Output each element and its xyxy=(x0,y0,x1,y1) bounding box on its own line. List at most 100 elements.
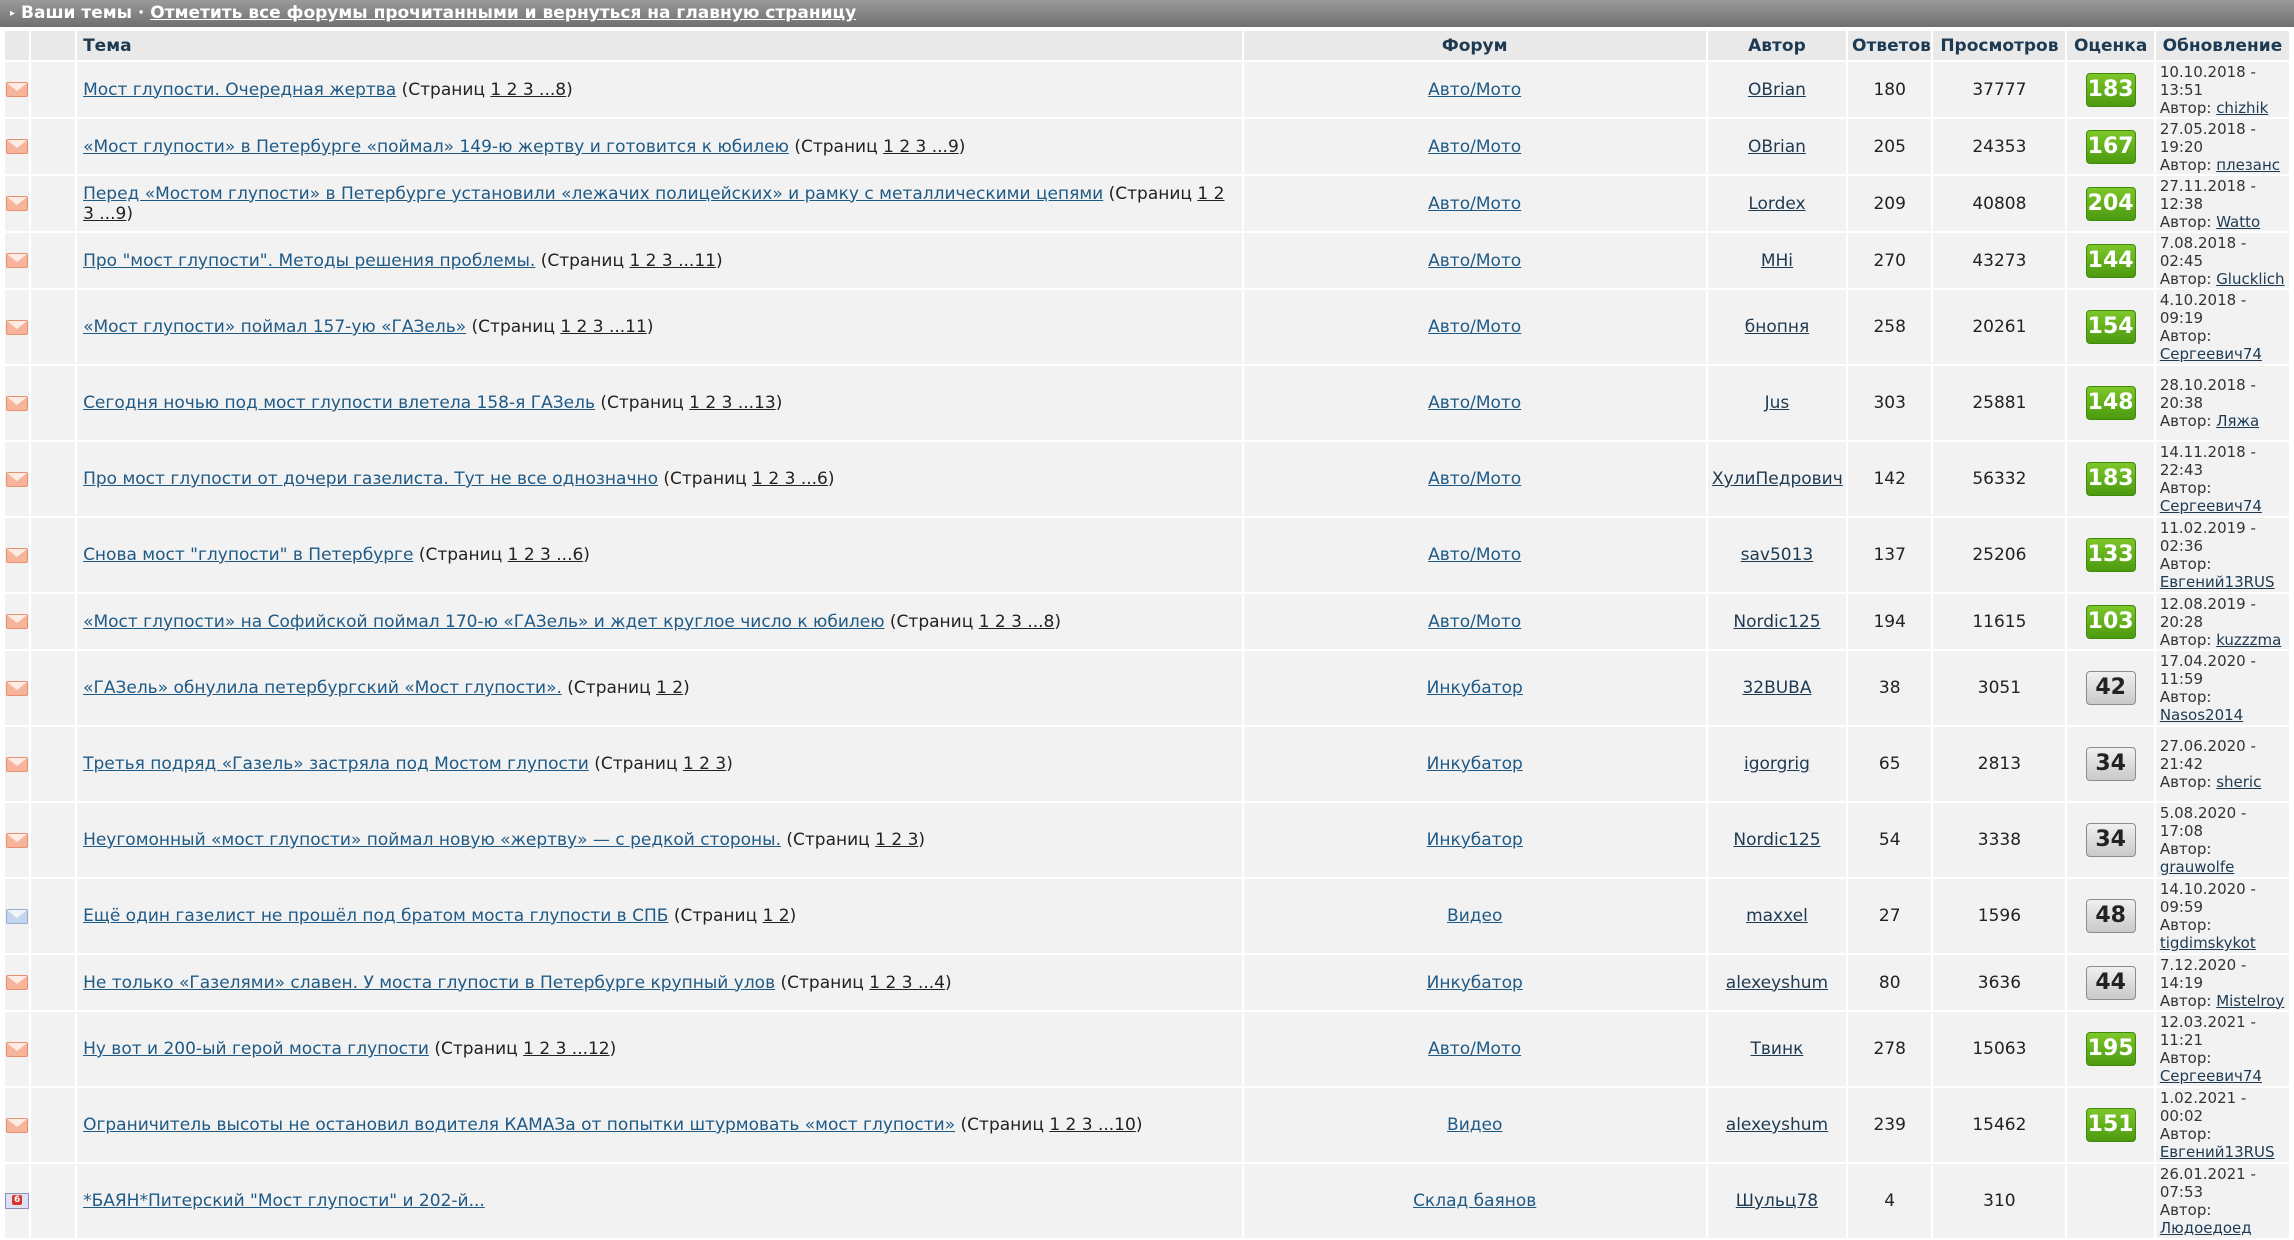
envelope-icon[interactable] xyxy=(6,139,29,154)
updated-author-link[interactable]: Ляжа xyxy=(2216,412,2259,430)
envelope-icon[interactable] xyxy=(6,196,29,211)
topic-link[interactable]: Сегодня ночью под мост глупости влетела … xyxy=(83,393,595,413)
topic-link[interactable]: «Мост глупости» в Петербурге «поймал» 14… xyxy=(83,137,789,157)
page-links[interactable]: 1 2 3 ...12 xyxy=(523,1039,610,1059)
author-link[interactable]: OBrian xyxy=(1748,137,1806,157)
author-link[interactable]: sav5013 xyxy=(1741,545,1814,565)
page-links[interactable]: 1 2 3 ...10 xyxy=(1049,1115,1136,1135)
page-links[interactable]: 1 2 3 ...11 xyxy=(629,251,716,271)
forum-link[interactable]: Авто/Мото xyxy=(1428,469,1521,489)
updated-author-link[interactable]: Евгений13RUS xyxy=(2160,1143,2275,1161)
updated-author-link[interactable]: Watto xyxy=(2216,213,2260,231)
forum-link[interactable]: Склад баянов xyxy=(1413,1191,1536,1211)
page-links[interactable]: 1 2 3 xyxy=(683,754,726,774)
updated-author-link[interactable]: sheric xyxy=(2216,773,2261,791)
updated-author-link[interactable]: плезанс xyxy=(2216,156,2280,174)
updated-author-link[interactable]: kuzzzma xyxy=(2216,631,2281,649)
page-links[interactable]: 1 2 xyxy=(656,678,683,698)
updated-author-link[interactable]: Сергеевич74 xyxy=(2160,1067,2262,1085)
updated-author-link[interactable]: Glucklich xyxy=(2216,270,2284,288)
forum-link[interactable]: Авто/Мото xyxy=(1428,317,1521,337)
page-links[interactable]: 1 2 3 ...9 xyxy=(883,137,959,157)
author-link[interactable]: maxxel xyxy=(1746,906,1808,926)
envelope-icon[interactable] xyxy=(6,253,29,268)
author-link[interactable]: ХулиПедрович xyxy=(1712,469,1843,489)
forum-link[interactable]: Видео xyxy=(1447,906,1502,926)
topic-link[interactable]: Про "мост глупости". Методы решения проб… xyxy=(83,251,535,271)
envelope-icon[interactable] xyxy=(6,471,29,487)
author-link[interactable]: alexeyshum xyxy=(1726,1115,1828,1135)
topic-link[interactable]: «ГАЗель» обнулила петербургский «Мост гл… xyxy=(83,678,562,698)
author-link[interactable]: OBrian xyxy=(1748,80,1806,100)
forum-link[interactable]: Авто/Мото xyxy=(1428,545,1521,565)
forum-link[interactable]: Авто/Мото xyxy=(1428,80,1521,100)
author-link[interactable]: MHi xyxy=(1761,251,1793,271)
envelope-blue-icon[interactable] xyxy=(6,908,29,924)
page-links[interactable]: 1 2 3 ...8 xyxy=(490,80,566,100)
new-post-icon[interactable]: 6 xyxy=(5,1193,30,1209)
topic-link[interactable]: Ну вот и 200-ый герой моста глупости xyxy=(83,1039,429,1059)
updated-author-link[interactable]: chizhik xyxy=(2216,99,2268,117)
page-links[interactable]: 1 2 3 ...6 xyxy=(752,469,828,489)
envelope-icon[interactable] xyxy=(6,680,29,696)
page-links[interactable]: 1 2 3 ...13 xyxy=(689,393,776,413)
page-links[interactable]: 1 2 xyxy=(763,906,790,926)
forum-link[interactable]: Инкубатор xyxy=(1427,754,1523,774)
page-links[interactable]: 1 2 3 ...4 xyxy=(869,973,945,993)
author-link[interactable]: Твинк xyxy=(1751,1039,1804,1059)
forum-link[interactable]: Авто/Мото xyxy=(1428,612,1521,632)
author-link[interactable]: 32BUBA xyxy=(1742,678,1811,698)
author-link[interactable]: Шульц78 xyxy=(1736,1191,1818,1211)
envelope-icon[interactable] xyxy=(6,614,29,629)
topic-link[interactable]: Не только «Газелями» славен. У моста глу… xyxy=(83,973,775,993)
topic-link[interactable]: Про мост глупости от дочери газелиста. Т… xyxy=(83,469,658,489)
forum-link[interactable]: Авто/Мото xyxy=(1428,251,1521,271)
forum-link[interactable]: Авто/Мото xyxy=(1428,137,1521,157)
envelope-icon[interactable] xyxy=(6,975,29,990)
author-link[interactable]: igorgrig xyxy=(1744,754,1810,774)
page-links[interactable]: 1 2 3 xyxy=(875,830,918,850)
forum-link[interactable]: Инкубатор xyxy=(1427,678,1523,698)
page-links[interactable]: 1 2 3 ...8 xyxy=(979,612,1055,632)
topic-link[interactable]: Мост глупости. Очередная жертва xyxy=(83,80,396,100)
topic-link[interactable]: Снова мост "глупости" в Петербурге xyxy=(83,545,413,565)
updated-author-link[interactable]: tigdimskykot xyxy=(2160,934,2256,952)
mark-all-read-link[interactable]: Отметить все форумы прочитанными и верну… xyxy=(150,3,856,23)
topic-link[interactable]: «Мост глупости» поймал 157-ую «ГАЗель» xyxy=(83,317,466,337)
forum-link[interactable]: Инкубатор xyxy=(1427,830,1523,850)
updated-author-link[interactable]: grauwolfe xyxy=(2160,858,2235,876)
updated-author-link[interactable]: Nasos2014 xyxy=(2160,706,2243,724)
updated-author-link[interactable]: Евгений13RUS xyxy=(2160,573,2275,591)
forum-link[interactable]: Авто/Мото xyxy=(1428,393,1521,413)
topic-link[interactable]: Третья подряд «Газель» застряла под Мост… xyxy=(83,754,589,774)
topic-link[interactable]: Перед «Мостом глупости» в Петербурге уст… xyxy=(83,184,1103,204)
page-links[interactable]: 1 2 3 ...6 xyxy=(508,545,584,565)
topic-link[interactable]: Неугомонный «мост глупости» поймал новую… xyxy=(83,830,781,850)
author-link[interactable]: Lordex xyxy=(1748,194,1805,214)
page-links[interactable]: 1 2 3 ...11 xyxy=(560,317,647,337)
envelope-icon[interactable] xyxy=(6,1041,29,1057)
envelope-icon[interactable] xyxy=(6,832,29,848)
author-link[interactable]: alexeyshum xyxy=(1726,973,1828,993)
envelope-icon[interactable] xyxy=(6,1117,29,1133)
topic-link[interactable]: Ещё один газелист не прошёл под братом м… xyxy=(83,906,668,926)
author-link[interactable]: Nordic125 xyxy=(1733,612,1820,632)
forum-link[interactable]: Видео xyxy=(1447,1115,1502,1135)
author-link[interactable]: бнопня xyxy=(1745,317,1809,337)
author-link[interactable]: Jus xyxy=(1765,393,1790,413)
topic-link[interactable]: *БАЯН*Питерский "Мост глупости" и 202-й.… xyxy=(83,1191,485,1211)
envelope-icon[interactable] xyxy=(6,547,29,563)
forum-link[interactable]: Авто/Мото xyxy=(1428,1039,1521,1059)
envelope-icon[interactable] xyxy=(6,82,29,97)
topic-link[interactable]: Ограничитель высоты не остановил водител… xyxy=(83,1115,955,1135)
topic-link[interactable]: «Мост глупости» на Софийской поймал 170-… xyxy=(83,612,884,632)
envelope-icon[interactable] xyxy=(6,395,29,411)
updated-author-link[interactable]: Сергеевич74 xyxy=(2160,345,2262,363)
author-link[interactable]: Nordic125 xyxy=(1733,830,1820,850)
updated-author-link[interactable]: Людоедоед xyxy=(2160,1219,2252,1237)
forum-link[interactable]: Инкубатор xyxy=(1427,973,1523,993)
updated-author-link[interactable]: Mistelroy xyxy=(2216,992,2284,1010)
envelope-icon[interactable] xyxy=(6,319,29,335)
updated-author-link[interactable]: Сергеевич74 xyxy=(2160,497,2262,515)
forum-link[interactable]: Авто/Мото xyxy=(1428,194,1521,214)
